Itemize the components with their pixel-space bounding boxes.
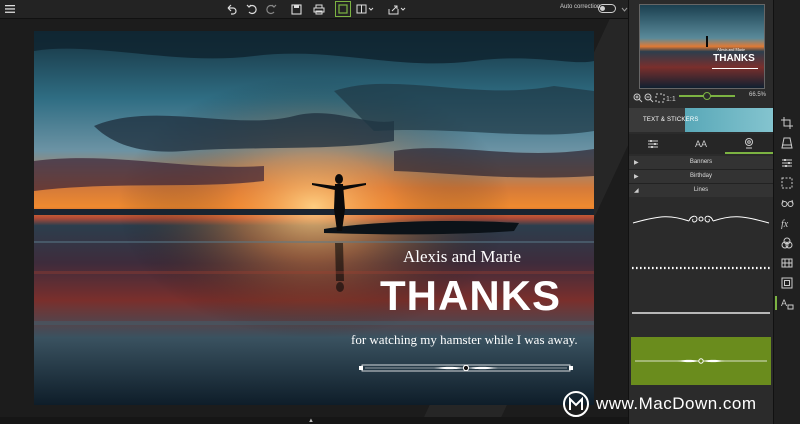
auto-correction-toggle[interactable] (598, 4, 616, 13)
color-circles-icon[interactable] (780, 236, 794, 250)
line-item[interactable] (631, 265, 771, 271)
sunset-photo[interactable]: Alexis and Marie THANKS for watching my … (34, 31, 594, 405)
watermark-text: www.MacDown.com (596, 394, 757, 413)
category-label: TEXT & STICKERS (643, 117, 699, 123)
zoom-controls: 1:1 66.5% (633, 90, 769, 103)
line-item-selected[interactable] (631, 337, 771, 385)
share-icon[interactable] (387, 2, 407, 16)
svg-text:1:1: 1:1 (666, 96, 676, 103)
tool-strip: fx A (773, 0, 800, 424)
actual-size-icon[interactable]: 1:1 (666, 90, 676, 108)
glasses-icon[interactable] (780, 196, 794, 210)
macdown-logo (563, 391, 589, 417)
print-icon[interactable] (312, 2, 326, 16)
category-banners[interactable]: ▶ Banners (629, 156, 773, 170)
svg-text:A: A (781, 298, 787, 308)
texture-icon[interactable] (780, 256, 794, 270)
compare-view-icon[interactable] (355, 2, 375, 16)
canvas-bottom-handle[interactable]: ▲ (0, 417, 628, 424)
perspective-icon[interactable] (780, 136, 794, 150)
caret-up-icon: ▲ (308, 418, 314, 424)
sticker-icon (745, 137, 753, 148)
crop-icon[interactable] (780, 116, 794, 130)
canvas-area: Alexis and Marie THANKS for watching my … (0, 19, 628, 417)
right-panel: Alexis and Marie THANKS 1:1 66.5% TEXT &… (628, 0, 773, 424)
chevron-down-icon[interactable] (620, 2, 628, 16)
sliders-icon (648, 140, 658, 148)
menu-icon[interactable] (4, 2, 16, 16)
tab-adjustments[interactable] (629, 134, 677, 154)
auto-correction-label: Auto correction (560, 4, 601, 10)
zoom-slider-knob[interactable] (703, 92, 711, 100)
text-stickers-icon[interactable]: A (775, 296, 794, 310)
svg-text:fx: fx (781, 219, 789, 229)
line-sticker[interactable] (359, 363, 573, 373)
tab-stickers[interactable] (725, 134, 773, 154)
subtitle-text[interactable]: for watching my hamster while I was away… (351, 332, 578, 348)
svg-text:THANKS: THANKS (713, 53, 755, 64)
single-view-icon[interactable] (335, 1, 351, 17)
fit-screen-icon[interactable] (655, 90, 665, 108)
undo-step-icon[interactable] (244, 2, 258, 16)
zoom-value: 66.5% (749, 92, 767, 98)
zoom-out-icon[interactable] (644, 90, 654, 108)
text-tab-glyph: AA (694, 139, 707, 149)
watermark: www.MacDown.com (562, 390, 757, 418)
navigator-preview[interactable]: Alexis and Marie THANKS (639, 4, 765, 89)
adjust-icon[interactable] (780, 156, 794, 170)
zoom-in-icon[interactable] (633, 90, 643, 108)
thanks-text[interactable]: THANKS (380, 272, 561, 320)
names-text[interactable]: Alexis and Marie (403, 247, 521, 267)
svg-text:Alexis and Marie: Alexis and Marie (717, 47, 745, 52)
line-item[interactable] (631, 311, 771, 315)
line-item[interactable] (631, 211, 771, 229)
category-lines[interactable]: ◢ Lines (629, 184, 773, 198)
tab-text[interactable]: AA (677, 134, 725, 154)
selection-icon[interactable] (780, 176, 794, 190)
frame-icon[interactable] (780, 276, 794, 290)
effects-fx-icon[interactable]: fx (780, 216, 794, 230)
undo-icon[interactable] (224, 2, 238, 16)
category-banner[interactable]: TEXT & STICKERS (629, 108, 773, 132)
redo-icon[interactable] (264, 2, 278, 16)
panel-tabs: AA (629, 134, 773, 154)
save-icon[interactable] (289, 2, 303, 16)
category-birthday[interactable]: ▶ Birthday (629, 170, 773, 184)
